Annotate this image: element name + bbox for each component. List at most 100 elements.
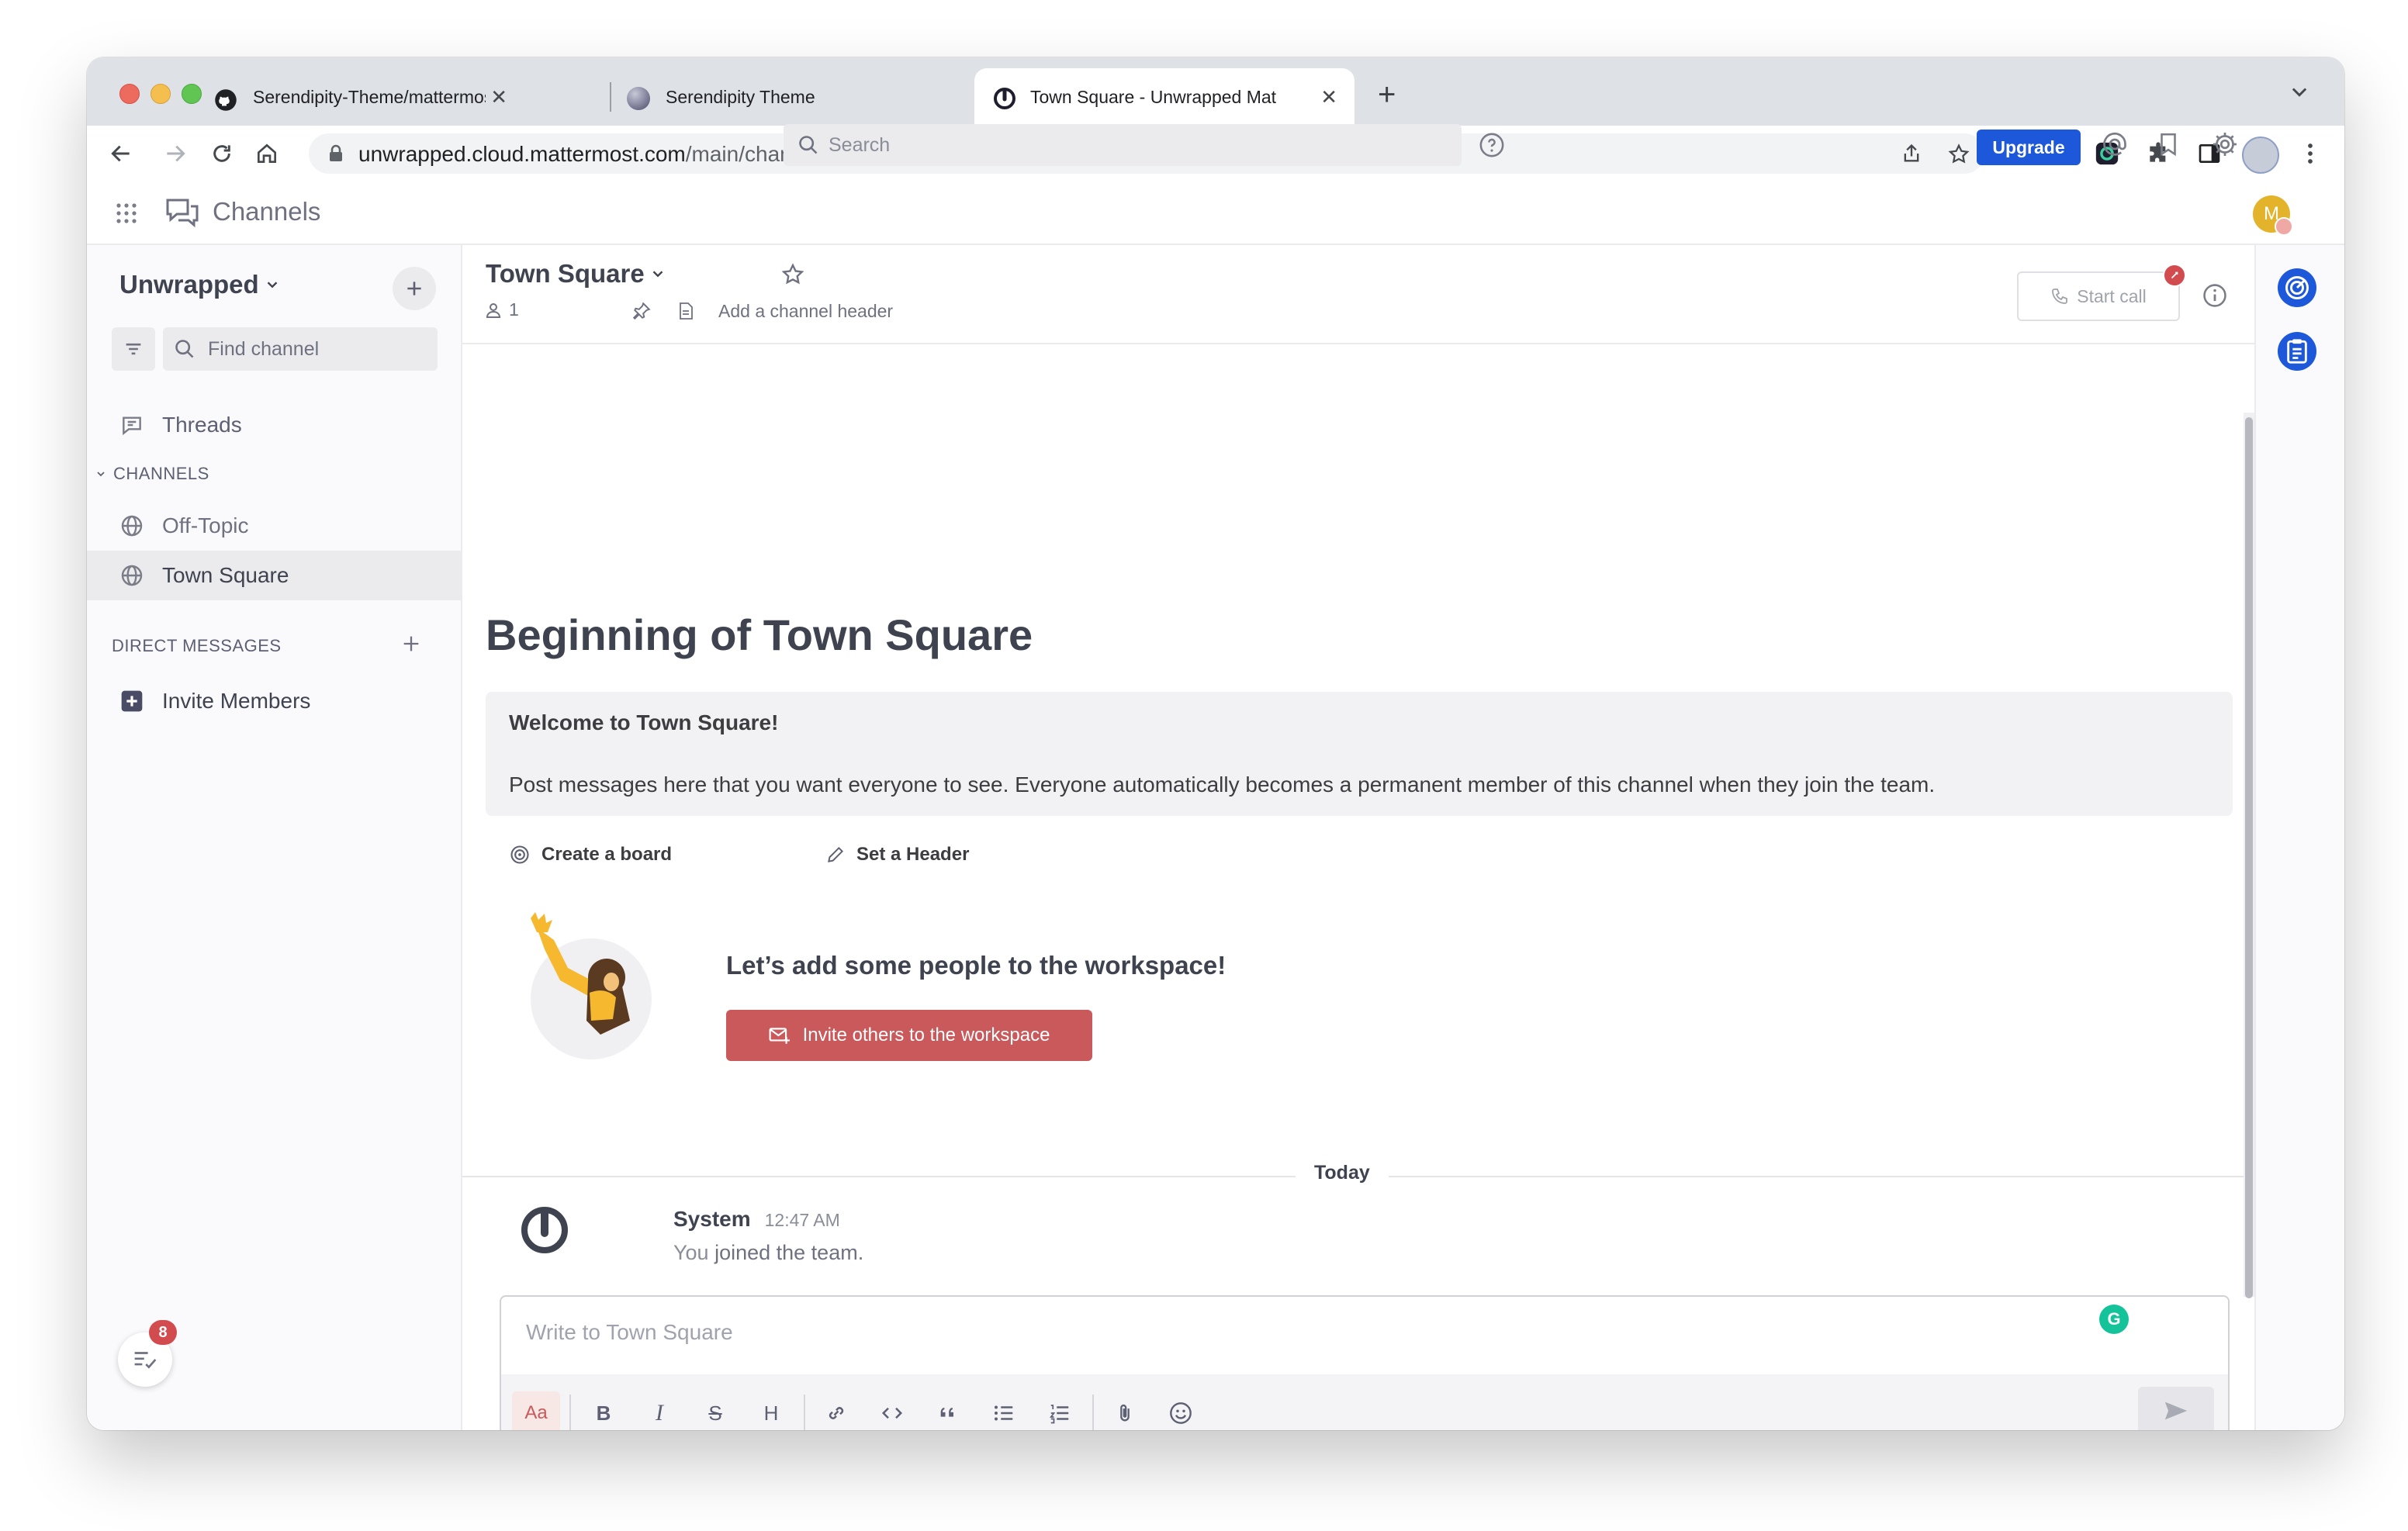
close-tab-icon[interactable]: ✕	[1320, 87, 1337, 107]
lock-icon[interactable]	[327, 144, 344, 163]
browser-tab[interactable]: Serendipity-Theme/mattermos ✕	[152, 68, 524, 126]
channel-name: Town Square	[486, 259, 645, 288]
scrollbar-thumb[interactable]	[2245, 417, 2253, 1298]
channels-section-header[interactable]: CHANNELS	[95, 464, 209, 484]
mentions-at-icon[interactable]	[2101, 130, 2129, 162]
member-count-value: 1	[509, 299, 519, 320]
close-tab-icon[interactable]: ✕	[490, 87, 507, 107]
link-icon[interactable]	[815, 1391, 858, 1430]
boards-app-icon[interactable]	[2278, 268, 2316, 307]
boards-target-icon	[510, 845, 529, 864]
emoji-picker-icon[interactable]	[1159, 1391, 1202, 1430]
sidebar-item-invite-members[interactable]: Invite Members	[87, 676, 461, 726]
find-channel-input[interactable]: Find channel	[163, 327, 438, 371]
browser-window: Serendipity-Theme/mattermos ✕ Serendipit…	[87, 57, 2344, 1430]
set-header-label: Set a Header	[856, 844, 970, 865]
send-button[interactable]	[2138, 1387, 2214, 1430]
add-channel-header-link[interactable]: Add a channel header	[718, 301, 893, 322]
direct-messages-label: DIRECT MESSAGES	[112, 636, 282, 655]
product-switcher-grid-icon[interactable]	[115, 202, 138, 229]
post-time[interactable]: 12:47 AM	[765, 1210, 840, 1231]
search-input[interactable]: Search	[784, 124, 1462, 166]
composer-placeholder[interactable]: Write to Town Square	[526, 1320, 733, 1345]
toolbar-divider	[569, 1394, 571, 1430]
start-call-button[interactable]: Start call	[2017, 264, 2186, 321]
start-call-label: Start call	[2077, 285, 2147, 306]
channel-name-menu[interactable]: Town Square	[486, 259, 666, 289]
set-header-action[interactable]: Set a Header	[825, 844, 969, 866]
create-board-label: Create a board	[541, 844, 673, 865]
sidebar-item-town-square[interactable]: Town Square	[87, 551, 461, 600]
checklist-icon	[134, 1352, 157, 1369]
github-icon	[215, 89, 237, 111]
message-composer[interactable]: Write to Town Square G Aa B I S H	[500, 1295, 2230, 1430]
reload-icon[interactable]	[208, 140, 236, 168]
todo-count-badge: 8	[149, 1320, 177, 1345]
add-channel-button[interactable]	[393, 267, 436, 310]
welcome-card: Welcome to Town Square! Post messages he…	[486, 692, 2233, 816]
strikethrough-icon[interactable]: S	[694, 1391, 737, 1430]
code-icon[interactable]	[870, 1391, 914, 1430]
forward-icon[interactable]	[161, 140, 189, 168]
globe-icon	[121, 565, 143, 586]
add-direct-message-plus-icon[interactable]	[400, 633, 422, 658]
saved-messages-bookmark-icon[interactable]	[2155, 130, 2181, 162]
threads-icon	[123, 416, 141, 436]
sidebar-item-threads[interactable]: Threads	[87, 400, 461, 450]
grammarly-icon[interactable]: G	[2099, 1305, 2129, 1334]
heading-icon[interactable]: H	[749, 1391, 793, 1430]
tab-title: Serendipity-Theme/mattermos	[253, 86, 486, 107]
team-name-menu[interactable]: Unwrapped	[119, 270, 281, 299]
toolbar-divider	[804, 1394, 805, 1430]
avatar[interactable]: M	[2253, 195, 2293, 236]
upgrade-button[interactable]: Upgrade	[1977, 130, 2081, 165]
bulleted-list-icon[interactable]	[982, 1391, 1026, 1430]
home-icon[interactable]	[253, 140, 281, 168]
help-icon[interactable]	[1479, 132, 1505, 162]
sidebar-item-off-topic[interactable]: Off-Topic	[87, 501, 461, 551]
channel-filter-button[interactable]	[112, 327, 155, 371]
playbooks-app-icon[interactable]	[2278, 332, 2316, 371]
settings-gear-icon[interactable]	[2211, 130, 2239, 162]
italic-icon[interactable]: I	[638, 1391, 681, 1430]
bold-icon[interactable]: B	[582, 1391, 625, 1430]
browser-menu-icon[interactable]	[2296, 140, 2324, 168]
browser-tab-active[interactable]: Town Square - Unwrapped Mat ✕	[974, 68, 1354, 126]
attachment-paperclip-icon[interactable]	[1103, 1391, 1147, 1430]
post-message-body: joined the team.	[714, 1241, 864, 1264]
sidebar: Unwrapped Find channel Threads CHANNELS …	[87, 245, 462, 1430]
tab-search-chevron-icon[interactable]	[2289, 81, 2310, 106]
member-count[interactable]: 1	[484, 299, 519, 320]
back-icon[interactable]	[107, 140, 135, 168]
pinned-messages-pin-icon[interactable]	[631, 301, 652, 325]
search-icon	[799, 136, 818, 154]
profile-avatar-icon[interactable]	[2242, 137, 2279, 174]
invite-others-button[interactable]: Invite others to the workspace	[726, 1010, 1092, 1061]
quote-icon[interactable]	[926, 1391, 970, 1430]
new-tab-icon[interactable]: +	[1378, 79, 1396, 110]
invite-others-label: Invite others to the workspace	[802, 1025, 1050, 1045]
close-window-button[interactable]	[119, 84, 140, 104]
numbered-list-icon[interactable]	[1038, 1391, 1081, 1430]
system-avatar-icon	[521, 1207, 568, 1253]
channel-intro-title: Beginning of Town Square	[486, 610, 1033, 659]
sidebar-item-label: Off-Topic	[162, 513, 249, 537]
center-scrollbar[interactable]	[2244, 413, 2254, 1298]
chevron-down-icon	[267, 282, 278, 289]
status-away-icon	[2275, 217, 2293, 236]
todo-checklist-button[interactable]: 8	[118, 1320, 177, 1387]
favorite-star-icon[interactable]	[780, 262, 805, 291]
globe-theme-icon	[627, 87, 650, 110]
formatting-toggle-button[interactable]: Aa	[512, 1391, 560, 1430]
share-icon[interactable]	[1901, 143, 1922, 164]
sidebar-item-label: Town Square	[162, 563, 289, 587]
bookmark-star-icon[interactable]	[1947, 143, 1970, 166]
channel-files-icon[interactable]	[676, 301, 695, 325]
direct-messages-section-header[interactable]: DIRECT MESSAGES	[112, 636, 282, 656]
mail-plus-icon	[769, 1028, 790, 1044]
post-author[interactable]: System	[673, 1207, 751, 1232]
create-board-action[interactable]: Create a board	[509, 844, 672, 866]
center-channel: Town Square 1 Add a channel header Start…	[462, 245, 2254, 1430]
channel-info-icon[interactable]	[2202, 282, 2228, 313]
toolbar-divider	[1092, 1394, 1094, 1430]
